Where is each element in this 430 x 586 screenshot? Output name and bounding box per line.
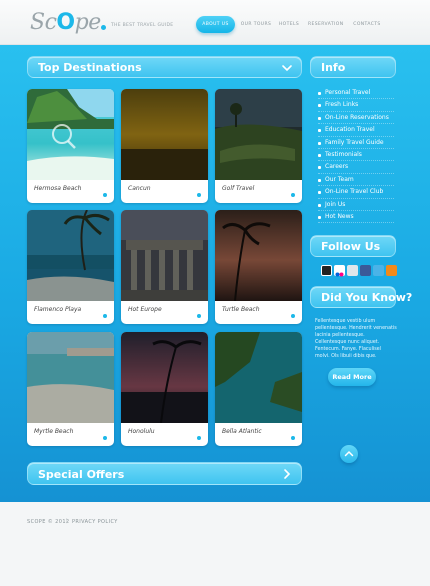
- card-dot-icon: [197, 436, 201, 440]
- did-you-know-text: Fellentesque vestib ulum pellentesque. H…: [315, 319, 397, 359]
- destination-photo: [215, 332, 302, 423]
- nav-contacts[interactable]: CONTACTS: [352, 16, 382, 33]
- info-link[interactable]: On-Line Reservations: [318, 112, 394, 125]
- destination-card[interactable]: Myrtle Beach: [27, 332, 114, 446]
- twitter-icon[interactable]: [373, 265, 384, 276]
- destination-card[interactable]: Hot Europe: [121, 210, 208, 324]
- rss-icon[interactable]: [386, 265, 397, 276]
- footer-separator: |: [66, 518, 68, 524]
- flickr-icon[interactable]: [334, 265, 345, 277]
- destination-card[interactable]: Cancun: [121, 89, 208, 203]
- destination-photo: [121, 89, 208, 180]
- nav-our-tours[interactable]: OUR TOURS: [240, 16, 272, 33]
- card-dot-icon: [197, 193, 201, 197]
- follow-us-title: Follow Us: [321, 240, 381, 253]
- top-destinations-title: Top Destinations: [38, 61, 142, 74]
- card-dot-icon: [291, 193, 295, 197]
- info-link[interactable]: Careers: [318, 161, 394, 174]
- card-dot-icon: [197, 314, 201, 318]
- destination-card[interactable]: Bella Atlantic: [215, 332, 302, 446]
- destination-caption: Hot Europe: [128, 306, 162, 313]
- info-title: Info: [321, 61, 346, 74]
- top-destinations-bar[interactable]: Top Destinations: [27, 56, 302, 78]
- nav-about-us[interactable]: ABOUT US: [196, 16, 235, 33]
- logo[interactable]: ScOpe: [30, 9, 101, 37]
- destination-photo: [215, 89, 302, 180]
- delicious-icon[interactable]: [321, 265, 332, 276]
- destination-card[interactable]: Golf Travel: [215, 89, 302, 203]
- destination-caption: Honolulu: [128, 428, 155, 435]
- chevron-down-icon[interactable]: [281, 62, 293, 74]
- logo-dot-icon: [101, 25, 106, 30]
- info-link[interactable]: On-Line Travel Club: [318, 186, 394, 199]
- destination-caption: Myrtle Beach: [34, 428, 74, 435]
- destination-caption: Flamenco Playa: [34, 306, 82, 313]
- logo-text-accent: O: [56, 10, 75, 35]
- nav-hotels[interactable]: HOTELS: [278, 16, 300, 33]
- info-list: Personal Travel Fresh Links On-Line Rese…: [318, 87, 394, 224]
- card-dot-icon: [291, 314, 295, 318]
- destination-caption: Cancun: [128, 185, 151, 192]
- special-offers-bar[interactable]: Special Offers: [27, 462, 302, 485]
- destination-caption: Hermosa Beach: [34, 185, 82, 192]
- destination-caption: Bella Atlantic: [222, 428, 262, 435]
- destination-photo: [27, 89, 114, 180]
- info-link[interactable]: Family Travel Guide: [318, 137, 394, 149]
- info-link[interactable]: Personal Travel: [318, 87, 394, 100]
- logo-text-end: pe: [74, 10, 102, 35]
- special-offers-title: Special Offers: [38, 468, 125, 481]
- card-dot-icon: [291, 436, 295, 440]
- card-dot-icon: [103, 193, 107, 197]
- nav-reservation[interactable]: RESERVATION: [308, 16, 343, 33]
- destination-caption: Turtle Beach: [222, 306, 260, 313]
- card-dot-icon: [103, 436, 107, 440]
- did-you-know-bar: Did You Know?: [310, 286, 412, 308]
- info-link[interactable]: Hot News: [318, 211, 394, 224]
- destination-caption: Golf Travel: [222, 185, 255, 192]
- info-link[interactable]: Join Us: [318, 199, 394, 211]
- follow-us-bar: Follow Us: [310, 235, 396, 257]
- destination-card[interactable]: Hermosa Beach: [27, 89, 114, 203]
- info-bar: Info: [310, 56, 396, 78]
- destination-card[interactable]: Turtle Beach: [215, 210, 302, 324]
- info-link[interactable]: Education Travel: [318, 124, 394, 137]
- scroll-up-button[interactable]: [340, 445, 358, 463]
- facebook-icon[interactable]: [360, 265, 371, 276]
- info-link[interactable]: Fresh Links: [318, 99, 394, 112]
- card-dot-icon: [103, 314, 107, 318]
- destination-card[interactable]: Honolulu: [121, 332, 208, 446]
- did-you-know-title: Did You Know?: [321, 291, 413, 304]
- privacy-policy-link[interactable]: PRIVACY POLICY: [72, 519, 118, 525]
- site-header: ScOpe THE BEST TRAVEL GUIDE ABOUT US OUR…: [0, 0, 430, 45]
- info-link[interactable]: Testimonials: [318, 149, 394, 162]
- info-link[interactable]: Our Team: [318, 174, 394, 187]
- chevron-right-icon[interactable]: [281, 468, 293, 480]
- destination-photo: [27, 210, 114, 301]
- destination-photo: [121, 332, 208, 423]
- read-more-button[interactable]: Read More: [328, 368, 376, 386]
- destination-card[interactable]: Flamenco Playa: [27, 210, 114, 324]
- destination-photo: [121, 210, 208, 301]
- destination-photo: [27, 332, 114, 423]
- tagline: THE BEST TRAVEL GUIDE: [111, 23, 174, 28]
- logo-text-start: Sc: [30, 10, 57, 35]
- digg-icon[interactable]: [347, 265, 358, 276]
- destination-photo: [215, 210, 302, 301]
- footer-copyright: SCOPE © 2012: [27, 519, 70, 525]
- chevron-up-icon: [344, 450, 354, 457]
